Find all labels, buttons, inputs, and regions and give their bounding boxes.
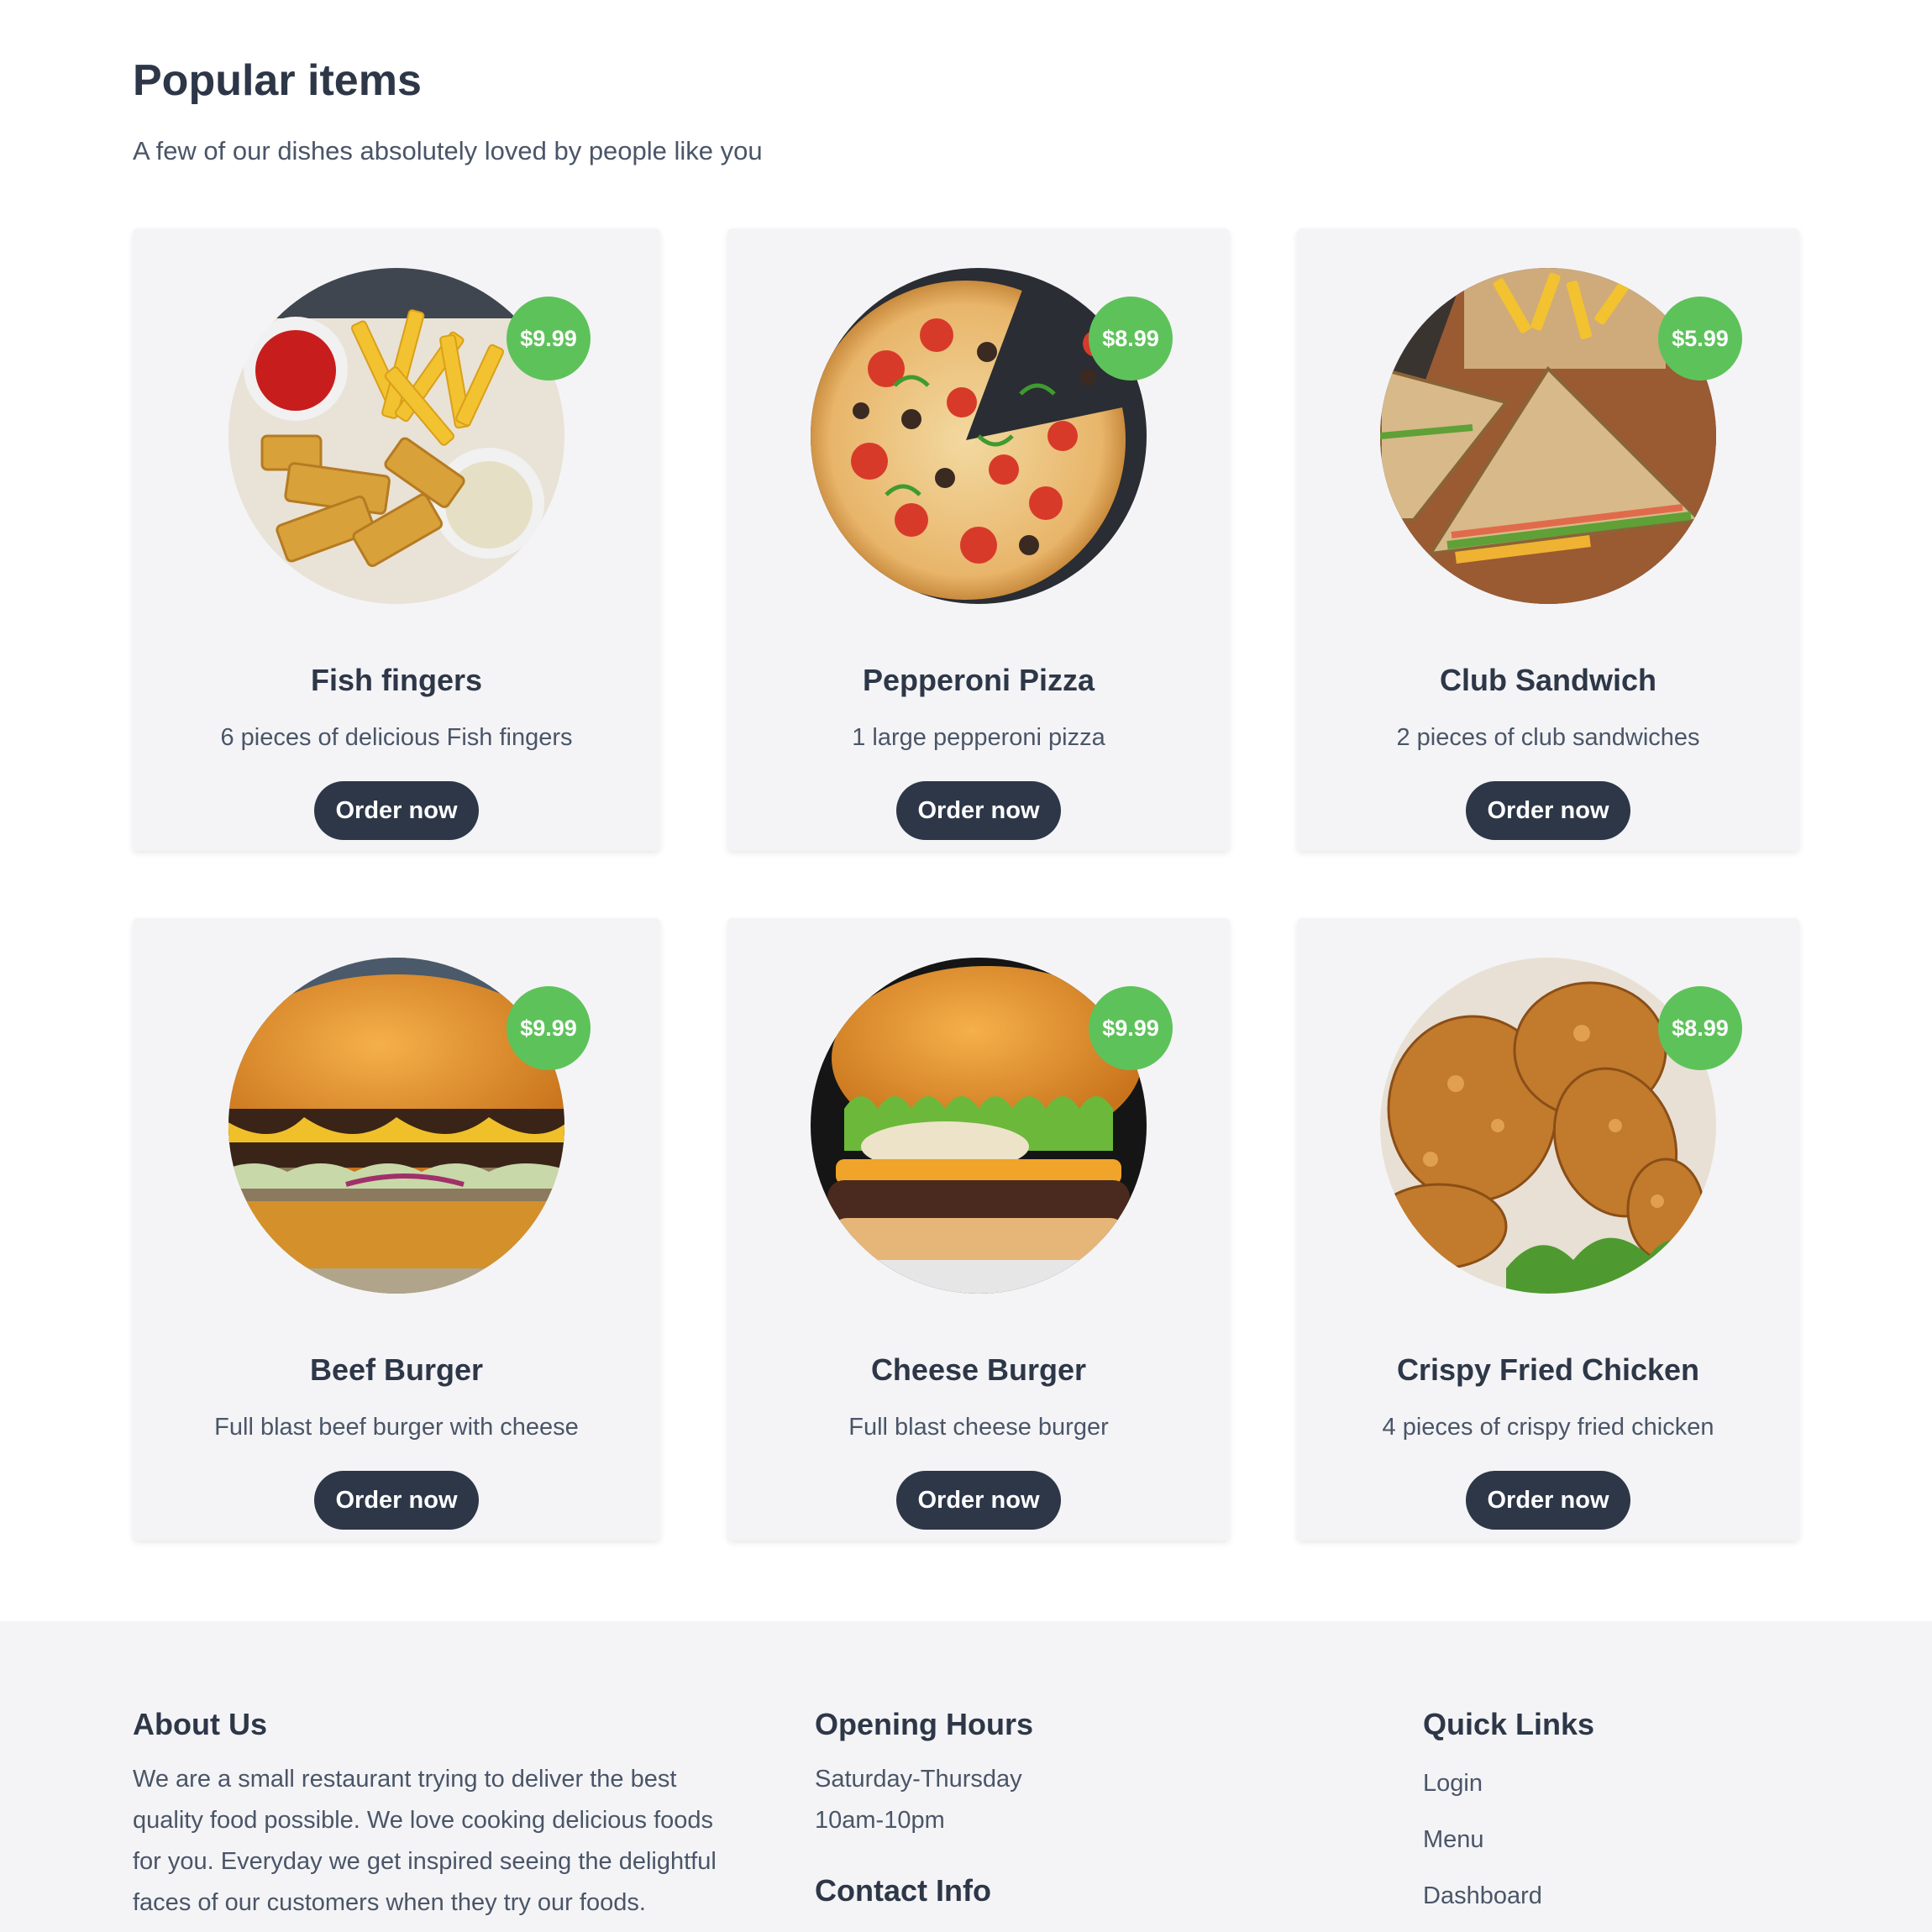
price-badge: $8.99	[1089, 297, 1173, 381]
price-badge: $8.99	[1658, 986, 1742, 1070]
price-badge: $9.99	[507, 986, 591, 1070]
quick-links-heading: Quick Links	[1423, 1707, 1595, 1741]
item-name: Beef Burger	[309, 1352, 484, 1387]
order-now-button[interactable]: Order now	[1466, 1471, 1630, 1530]
item-name: Crispy Fried Chicken	[1396, 1352, 1700, 1387]
menu-card: $8.99 Crispy Fried Chicken 4 pieces of c…	[1297, 918, 1799, 1541]
item-description: 2 pieces of club sandwiches	[1396, 724, 1700, 751]
menu-card: $9.99 Cheese Burger Full blast cheese bu…	[727, 918, 1230, 1541]
price-badge: $5.99	[1658, 297, 1742, 381]
menu-card: $9.99 Beef Burger Full blast beef burger…	[133, 918, 660, 1541]
order-now-button[interactable]: Order now	[314, 781, 479, 840]
footer-link-login[interactable]: Login	[1423, 1770, 1483, 1798]
item-description: Full blast beef burger with cheese	[214, 1414, 579, 1441]
menu-card: $9.99 Fish fingers 6 pieces of delicious…	[133, 228, 660, 851]
menu-card: $8.99 Pepperoni Pizza 1 large pepperoni …	[727, 228, 1230, 851]
opening-days: Saturday-Thursday	[815, 1766, 1022, 1793]
opening-time: 10am-10pm	[815, 1807, 945, 1834]
order-now-button[interactable]: Order now	[314, 1471, 479, 1530]
item-name: Pepperoni Pizza	[862, 663, 1095, 697]
popular-items-section: Popular items A few of our dishes absolu…	[0, 0, 1932, 1621]
footer-link-dashboard[interactable]: Dashboard	[1423, 1882, 1542, 1910]
item-name: Cheese Burger	[870, 1352, 1087, 1387]
section-title: Popular items	[133, 56, 422, 105]
item-name: Fish fingers	[310, 663, 483, 697]
footer-link-menu[interactable]: Menu	[1423, 1826, 1484, 1854]
item-description: 4 pieces of crispy fried chicken	[1382, 1414, 1714, 1441]
about-text: We are a small restaurant trying to deli…	[133, 1766, 717, 1916]
site-footer: About Us We are a small restaurant tryin…	[0, 1621, 1932, 1932]
contact-info-heading: Contact Info	[815, 1873, 991, 1908]
price-badge: $9.99	[1089, 986, 1173, 1070]
price-badge: $9.99	[507, 297, 591, 381]
opening-hours-heading: Opening Hours	[815, 1707, 1033, 1741]
item-description: 6 pieces of delicious Fish fingers	[220, 724, 573, 751]
item-description: Full blast cheese burger	[848, 1414, 1109, 1441]
about-heading: About Us	[133, 1707, 267, 1741]
order-now-button[interactable]: Order now	[1466, 781, 1630, 840]
item-description: 1 large pepperoni pizza	[852, 724, 1105, 751]
item-name: Club Sandwich	[1439, 663, 1656, 697]
menu-card: $5.99 Club Sandwich 2 pieces of club san…	[1297, 228, 1799, 851]
order-now-button[interactable]: Order now	[896, 1471, 1061, 1530]
order-now-button[interactable]: Order now	[896, 781, 1061, 840]
section-subtitle: A few of our dishes absolutely loved by …	[133, 136, 763, 165]
